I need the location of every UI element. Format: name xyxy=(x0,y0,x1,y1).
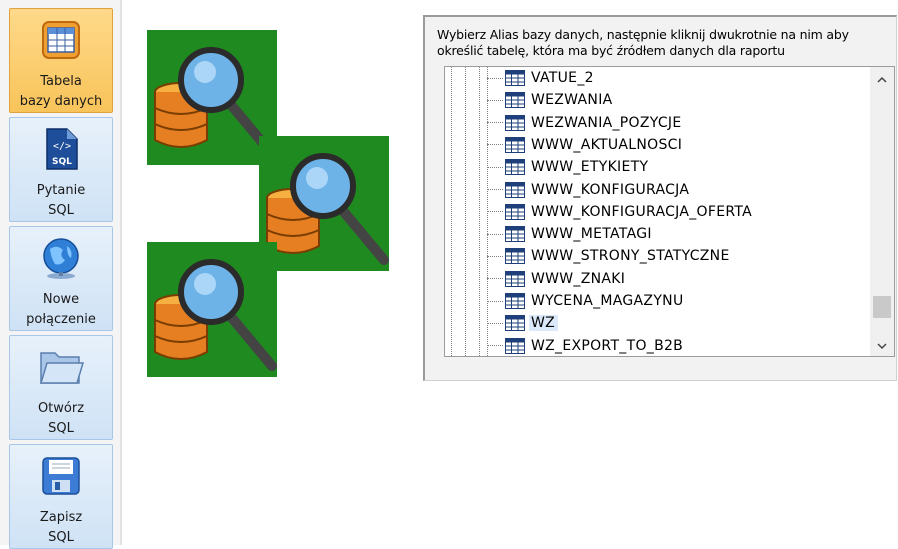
tree-connector xyxy=(487,278,503,280)
tree-item[interactable]: WWW_ETYKIETY xyxy=(487,156,651,178)
database-search-image xyxy=(147,242,277,377)
table-icon xyxy=(505,270,525,287)
scroll-up-icon[interactable] xyxy=(870,69,894,89)
tree-item[interactable]: WWW_AKTUALNOSCI xyxy=(487,134,685,156)
table-icon xyxy=(505,70,525,86)
tree-guide-line xyxy=(451,67,452,356)
table-icon xyxy=(505,337,525,354)
tree-connector xyxy=(487,322,503,324)
tree-item-label: WEZWANIA xyxy=(531,92,613,109)
sidebar-item-label: Pytanie SQL xyxy=(36,183,86,218)
folder-open-icon xyxy=(35,341,87,393)
tree-item-label: WZ xyxy=(529,315,559,332)
table-icon xyxy=(505,315,525,332)
table-icon xyxy=(505,114,525,131)
tree-connector xyxy=(487,345,503,347)
sql-file-icon: </> SQL xyxy=(35,123,87,175)
tree-item[interactable]: WWW_KONFIGURACJA_OFERTA xyxy=(487,201,755,223)
table-icon xyxy=(505,248,525,265)
database-search-image xyxy=(259,136,389,271)
scroll-down-icon[interactable] xyxy=(870,336,894,356)
tree-item-label: WEZWANIA_POZYCJE xyxy=(531,114,682,131)
tree-item-label: WWW_ZNAKI xyxy=(531,270,626,287)
tree-item[interactable]: WWW_METATAGI xyxy=(487,223,655,245)
tree-connector xyxy=(487,233,503,235)
globe-icon xyxy=(35,232,87,284)
table-icon xyxy=(505,159,525,176)
tree-item[interactable]: WZ xyxy=(487,312,559,334)
tree-item-label: WWW_KONFIGURACJA_OFERTA xyxy=(531,203,753,220)
tree-item[interactable]: WYCENA_MAGAZYNU xyxy=(487,290,687,312)
table-selection-panel: Wybierz Alias bazy danych, następnie kli… xyxy=(423,15,897,381)
table-database-button[interactable]: Tabela bazy danych xyxy=(9,8,113,113)
tree-item-label: WWW_METATAGI xyxy=(531,226,652,243)
sidebar: Tabela bazy danych </> SQL Pytanie SQL N… xyxy=(0,0,120,549)
vertical-scrollbar[interactable] xyxy=(870,67,894,356)
tree-connector xyxy=(487,77,503,79)
save-sql-button[interactable]: Zapisz SQL xyxy=(9,444,113,549)
tree-item-label: WWW_AKTUALNOSCI xyxy=(531,136,683,153)
tree-connector xyxy=(487,99,503,101)
tree-item-label: WZ_EXPORT_TO_B2B xyxy=(531,337,684,354)
new-connection-button[interactable]: Nowe połączenie xyxy=(9,226,113,331)
save-disk-icon xyxy=(35,450,87,502)
tree-connector xyxy=(487,189,503,190)
tree-item[interactable]: WZ_EXPORT_TO_B2B xyxy=(487,335,686,356)
table-icon xyxy=(505,136,525,153)
tree-item-label: WYCENA_MAGAZYNU xyxy=(531,293,684,309)
svg-text:SQL: SQL xyxy=(52,157,72,167)
tree-item[interactable]: WWW_KONFIGURACJA xyxy=(487,179,692,201)
tree-item-label: WWW_ETYKIETY xyxy=(531,159,649,176)
tree-guide-line xyxy=(465,67,466,356)
sidebar-item-label: Otwórz SQL xyxy=(37,401,85,436)
table-tree-view[interactable]: VATUE_2 WEZWANIA WEZWANIA_POZYCJE WWW_AKTUA… xyxy=(444,66,895,357)
sidebar-item-label: Nowe połączenie xyxy=(26,292,96,327)
sql-query-button[interactable]: </> SQL Pytanie SQL xyxy=(9,117,113,222)
sidebar-item-label: Zapisz SQL xyxy=(39,510,83,545)
open-sql-button[interactable]: Otwórz SQL xyxy=(9,335,113,440)
tree-item[interactable]: WWW_STRONY_STATYCZNE xyxy=(487,245,733,267)
table-icon xyxy=(505,226,525,243)
sidebar-divider xyxy=(120,0,122,545)
scrollbar-thumb[interactable] xyxy=(873,296,891,318)
database-search-image xyxy=(147,30,277,165)
tree-item-label: VATUE_2 xyxy=(531,70,594,86)
tree-connector xyxy=(487,166,503,168)
tree-guide-line xyxy=(479,67,480,356)
tree-connector xyxy=(487,300,503,302)
tree-item[interactable]: WEZWANIA xyxy=(487,89,616,111)
tree-connector xyxy=(487,255,503,257)
tree-item-label: WWW_KONFIGURACJA xyxy=(531,181,690,198)
tree-item-label: WWW_STRONY_STATYCZNE xyxy=(531,248,730,265)
tree-item[interactable]: VATUE_2 xyxy=(487,67,597,89)
table-icon xyxy=(505,293,525,309)
table-icon xyxy=(35,14,87,66)
tree-connector xyxy=(487,211,503,213)
table-icon xyxy=(505,181,525,198)
table-icon xyxy=(505,203,525,220)
table-icon xyxy=(505,92,525,109)
sidebar-item-label: Tabela bazy danych xyxy=(19,74,103,109)
svg-text:</>: </> xyxy=(53,141,71,152)
tree-connector xyxy=(487,122,503,124)
instruction-text: Wybierz Alias bazy danych, następnie kli… xyxy=(437,27,849,58)
tree-item[interactable]: WEZWANIA_POZYCJE xyxy=(487,112,685,134)
tree-connector xyxy=(487,144,503,146)
tree-item[interactable]: WWW_ZNAKI xyxy=(487,268,628,290)
